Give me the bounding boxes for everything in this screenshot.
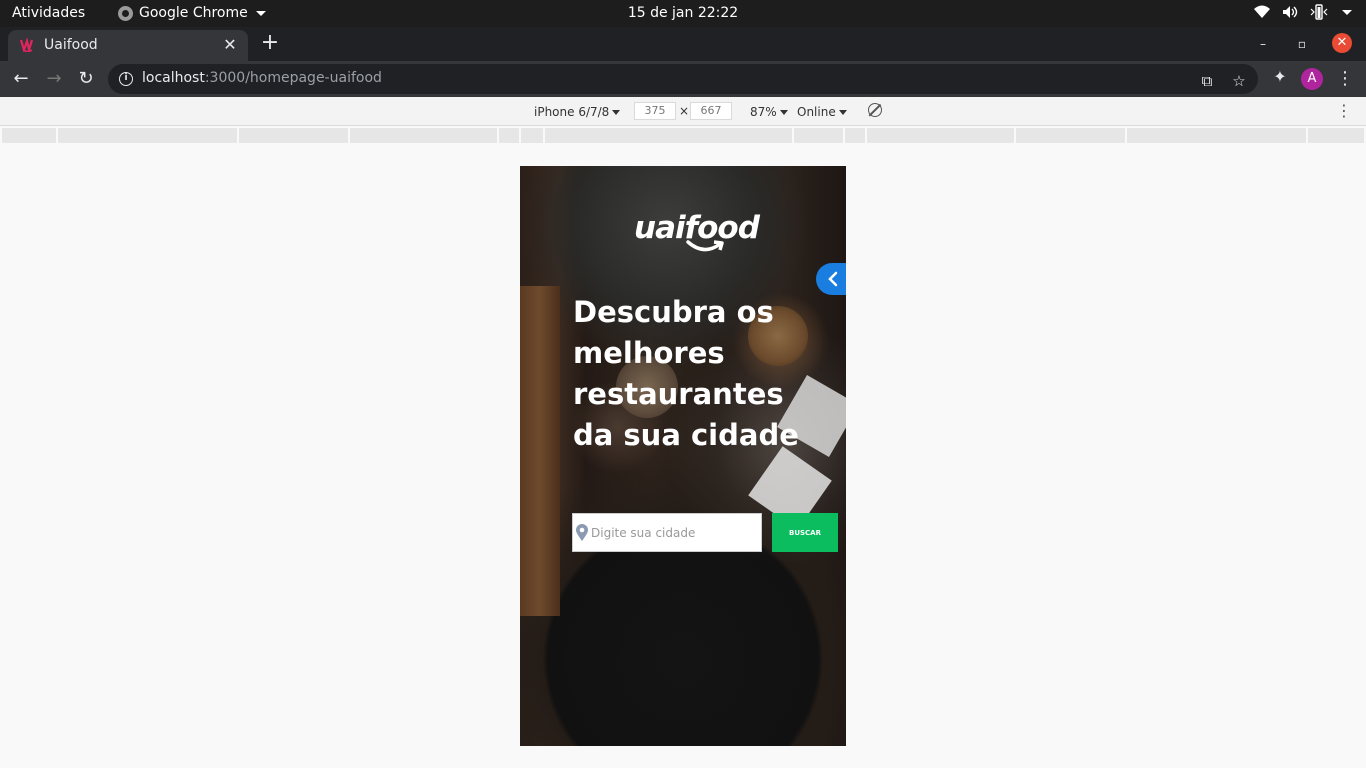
city-search-field[interactable] bbox=[572, 513, 762, 552]
extensions-puzzle-icon[interactable]: ✦ bbox=[1270, 67, 1290, 87]
chevron-down-icon bbox=[838, 110, 847, 115]
chevron-down-icon bbox=[1342, 9, 1352, 15]
system-tray[interactable] bbox=[1254, 4, 1352, 20]
hero-headline: Descubra os melhores restaurantes da sua… bbox=[573, 295, 799, 452]
device-label: iPhone 6/7/8 bbox=[534, 105, 610, 119]
forward-icon[interactable]: → bbox=[43, 68, 65, 90]
volume-icon bbox=[1283, 6, 1298, 18]
mq-segment[interactable] bbox=[867, 128, 1016, 143]
uaifood-favicon-icon bbox=[20, 38, 34, 52]
back-icon[interactable]: ← bbox=[10, 68, 32, 90]
mq-segment[interactable] bbox=[845, 128, 867, 143]
mq-segment[interactable] bbox=[350, 128, 499, 143]
mq-segment[interactable] bbox=[1127, 128, 1308, 143]
maximize-icon[interactable]: ▫ bbox=[1294, 34, 1310, 54]
media-query-bar[interactable] bbox=[2, 128, 1364, 143]
mq-segment[interactable] bbox=[2, 128, 58, 143]
profile-avatar[interactable]: A bbox=[1301, 68, 1323, 90]
dimension-separator: × bbox=[679, 104, 690, 118]
clock[interactable]: 15 de jan 22:22 bbox=[0, 5, 1366, 21]
mq-segment[interactable] bbox=[1016, 128, 1127, 143]
url-path: :3000/homepage-uaifood bbox=[204, 70, 382, 86]
bookmark-star-icon[interactable]: ☆ bbox=[1230, 72, 1248, 90]
site-info-icon[interactable]: i bbox=[119, 72, 133, 86]
mq-segment[interactable] bbox=[239, 128, 350, 143]
device-toolbar: iPhone 6/7/8 375 × 667 87% Online ⋮ bbox=[0, 97, 1366, 126]
side-menu-toggle[interactable] bbox=[816, 263, 846, 295]
tab-strip: Uaifood ✕ bbox=[0, 27, 1366, 61]
mq-segment[interactable] bbox=[521, 128, 545, 143]
network-throttle-select[interactable]: Online bbox=[797, 105, 847, 119]
reload-icon[interactable]: ↻ bbox=[75, 68, 97, 90]
minimize-icon[interactable]: – bbox=[1255, 34, 1271, 54]
url-host: localhost bbox=[142, 70, 205, 86]
logo-smile-arrow-icon bbox=[686, 240, 724, 252]
city-search-input[interactable] bbox=[591, 514, 759, 551]
chevron-left-icon bbox=[828, 271, 838, 287]
mq-segment[interactable] bbox=[545, 128, 794, 143]
browser-toolbar: ← → ↻ i localhost:3000/homepage-uaifood … bbox=[0, 61, 1366, 97]
tab-close-icon[interactable]: ✕ bbox=[220, 35, 240, 55]
rotate-icon[interactable] bbox=[868, 103, 882, 117]
battery-icon bbox=[1310, 4, 1328, 20]
map-pin-icon bbox=[576, 524, 588, 541]
wifi-icon bbox=[1254, 5, 1270, 18]
search-button[interactable]: BUSCAR bbox=[772, 513, 838, 552]
tab-title: Uaifood bbox=[44, 37, 98, 53]
device-select[interactable]: iPhone 6/7/8 bbox=[534, 105, 621, 119]
mq-segment[interactable] bbox=[58, 128, 239, 143]
tab-uaifood[interactable]: Uaifood ✕ bbox=[8, 30, 248, 61]
mq-segment[interactable] bbox=[499, 128, 521, 143]
url-text[interactable]: localhost:3000/homepage-uaifood bbox=[142, 70, 382, 86]
network-label: Online bbox=[797, 105, 836, 119]
chevron-down-icon bbox=[612, 110, 621, 115]
uaifood-logo[interactable]: uaifood bbox=[634, 210, 760, 262]
window-close-icon[interactable]: ✕ bbox=[1332, 33, 1352, 53]
chevron-down-icon bbox=[779, 110, 788, 115]
zoom-select[interactable]: 87% bbox=[750, 105, 788, 119]
address-bar[interactable]: i localhost:3000/homepage-uaifood ⧉ ☆ bbox=[108, 64, 1258, 94]
zoom-label: 87% bbox=[750, 105, 777, 119]
emulated-viewport: uaifood Descubra os melhores restaurante… bbox=[520, 166, 846, 746]
device-toolbar-more-icon[interactable]: ⋮ bbox=[1336, 101, 1352, 120]
new-tab-button[interactable]: + bbox=[258, 32, 282, 56]
chrome-menu-icon[interactable]: ⋮ bbox=[1336, 68, 1354, 90]
height-input[interactable]: 667 bbox=[690, 102, 732, 120]
cutting-board-decoration bbox=[520, 286, 560, 616]
mq-segment[interactable] bbox=[794, 128, 845, 143]
translate-icon[interactable]: ⧉ bbox=[1198, 72, 1216, 90]
system-top-bar: Atividades Google Chrome 15 de jan 22:22 bbox=[0, 0, 1366, 27]
width-input[interactable]: 375 bbox=[634, 102, 676, 120]
